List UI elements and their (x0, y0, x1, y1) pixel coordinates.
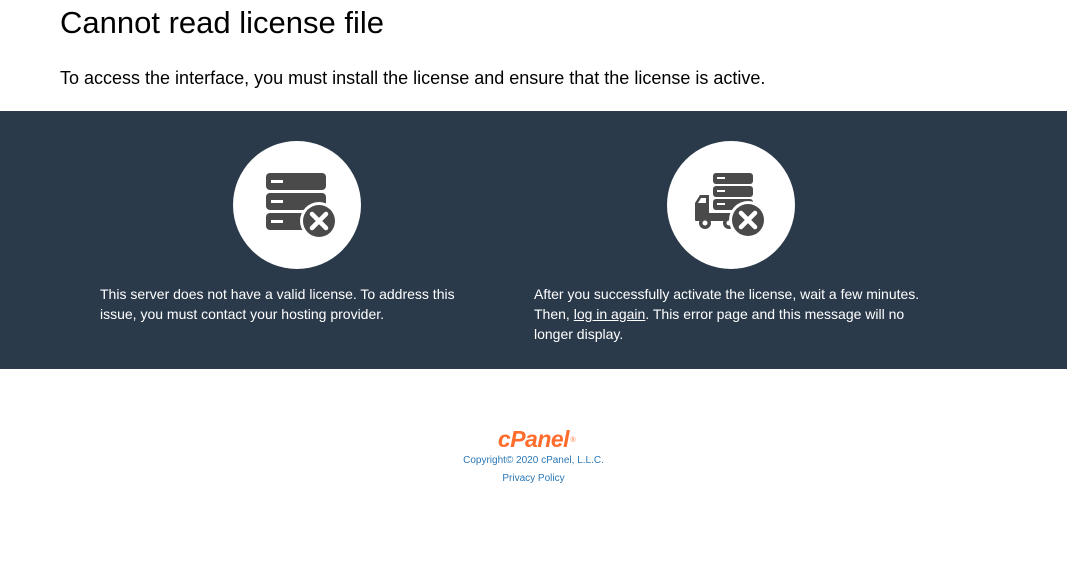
info-band: This server does not have a valid licens… (0, 111, 1067, 369)
truck-icon-circle (667, 141, 795, 269)
copyright-text: Copyright© 2020 cPanel, L.L.C. (463, 455, 604, 466)
server-icon-circle (233, 141, 361, 269)
page-title: Cannot read license file (60, 5, 384, 40)
registered-mark: ® (570, 437, 576, 444)
login-again-link[interactable]: log in again (574, 306, 646, 322)
privacy-policy-link[interactable]: Privacy Policy (502, 472, 564, 486)
activation-message: After you successfully activate the lice… (534, 284, 934, 344)
server-truck-error-icon (695, 173, 767, 239)
page-subtitle: To access the interface, you must instal… (60, 68, 766, 88)
license-error-page: Cannot read license file To access the i… (0, 0, 1067, 577)
cpanel-logo: cPanel ® (497, 424, 576, 454)
footer: cPanel ® Copyright© 2020 cPanel, L.L.C. P… (0, 424, 1067, 486)
server-error-icon (266, 173, 338, 240)
cpanel-logo-text: cPanel (497, 426, 570, 452)
no-license-message: This server does not have a valid licens… (100, 286, 455, 322)
